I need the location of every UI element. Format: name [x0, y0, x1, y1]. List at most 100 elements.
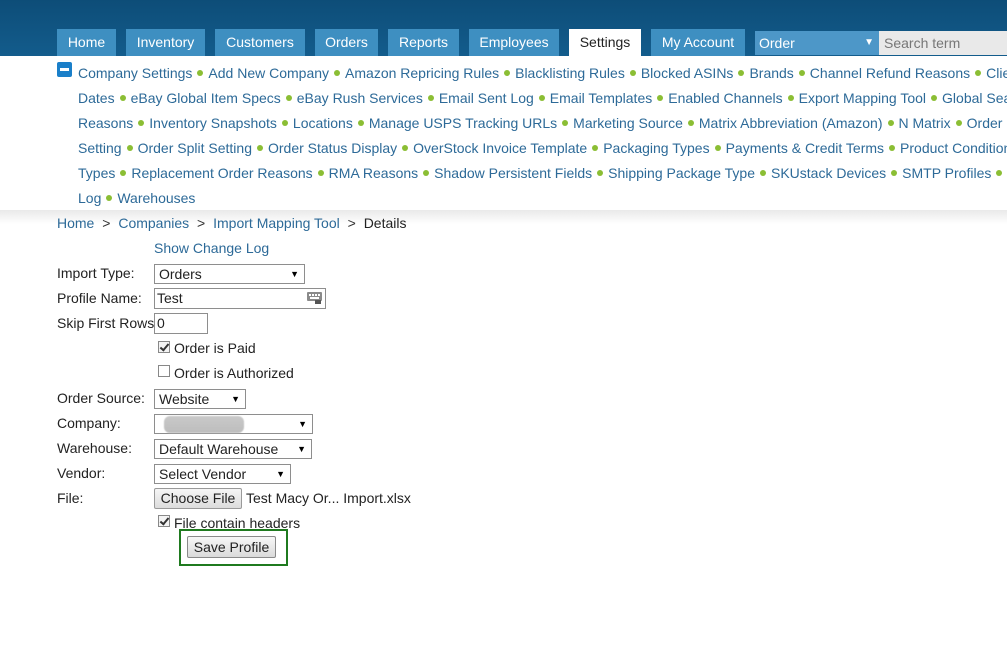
bullet-icon — [687, 120, 694, 127]
settings-link[interactable]: Order Status Display — [268, 140, 397, 156]
order-authorized-checkbox[interactable] — [158, 365, 170, 377]
settings-link[interactable]: eBay Global Item Specs — [131, 90, 281, 106]
bullet-icon — [538, 95, 545, 102]
settings-link[interactable]: Company Settings — [78, 65, 192, 81]
search-input[interactable] — [879, 31, 1007, 55]
settings-link[interactable]: Setting — [78, 140, 122, 156]
settings-link[interactable]: Types — [78, 165, 115, 181]
order-source-select[interactable]: Website ▼ — [154, 389, 246, 409]
settings-link[interactable]: Shadow Persistent Fields — [434, 165, 592, 181]
bullet-icon — [891, 170, 898, 177]
settings-link[interactable]: Order Split Setting — [138, 140, 252, 156]
bullet-icon — [996, 170, 1003, 177]
settings-link[interactable]: Log — [78, 190, 101, 206]
settings-link[interactable]: SMTP Profiles — [902, 165, 991, 181]
bullet-icon — [504, 70, 511, 77]
settings-link[interactable]: Enabled Channels — [668, 90, 782, 106]
bullet-icon — [357, 120, 364, 127]
settings-link[interactable]: Manage USPS Tracking URLs — [369, 115, 557, 131]
keyboard-icon — [307, 292, 322, 304]
search-scope-select[interactable]: Order ▼ — [755, 31, 879, 55]
tab-home[interactable]: Home — [57, 29, 116, 56]
settings-link[interactable]: N Matrix — [899, 115, 951, 131]
settings-link[interactable]: Order Delaye — [967, 115, 1007, 131]
settings-link[interactable]: Replacement Order Reasons — [131, 165, 312, 181]
collapse-icon[interactable] — [57, 62, 72, 77]
settings-link[interactable]: Email Templates — [550, 90, 652, 106]
bullet-icon — [317, 170, 324, 177]
settings-link[interactable]: Add New Company — [208, 65, 329, 81]
bullet-icon — [138, 120, 145, 127]
warehouse-label: Warehouse: — [57, 440, 132, 456]
bullet-icon — [197, 70, 204, 77]
vendor-select[interactable]: Select Vendor ▼ — [154, 464, 291, 484]
settings-link[interactable]: SKUstack Devices — [771, 165, 886, 181]
bullet-icon — [592, 145, 599, 152]
settings-link[interactable]: Channel Refund Reasons — [810, 65, 970, 81]
tab-orders[interactable]: Orders — [315, 29, 378, 56]
bullet-icon — [423, 170, 430, 177]
settings-link[interactable]: Client Setti — [986, 65, 1007, 81]
settings-link[interactable]: Reasons — [78, 115, 133, 131]
warehouse-value: Default Warehouse — [159, 441, 279, 457]
tab-settings[interactable]: Settings — [569, 29, 641, 56]
settings-link[interactable]: Brands — [749, 65, 793, 81]
bullet-icon — [120, 170, 127, 177]
settings-link[interactable]: RMA Reasons — [329, 165, 418, 181]
tab-customers[interactable]: Customers — [215, 29, 305, 56]
breadcrumb-home[interactable]: Home — [57, 215, 94, 231]
settings-link-line: Types Replacement Order Reasons RMA Reason… — [78, 161, 1007, 186]
bullet-icon — [402, 145, 409, 152]
settings-link[interactable]: Dates — [78, 90, 115, 106]
settings-link[interactable]: Payments & Credit Terms — [726, 140, 884, 156]
breadcrumb-import-mapping-tool[interactable]: Import Mapping Tool — [213, 215, 340, 231]
settings-link[interactable]: Export Mapping Tool — [799, 90, 926, 106]
tab-employees[interactable]: Employees — [469, 29, 559, 56]
bullet-icon — [955, 120, 962, 127]
settings-link[interactable]: eBay Rush Services — [297, 90, 423, 106]
import-type-select[interactable]: Orders ▼ — [154, 264, 305, 284]
bullet-icon — [281, 120, 288, 127]
chevron-down-icon: ▼ — [864, 37, 874, 48]
tab-my-account[interactable]: My Account — [651, 29, 745, 56]
settings-link-line: Company Settings Add New Company Amazon Re… — [78, 61, 1007, 86]
settings-link[interactable]: Marketing Source — [573, 115, 683, 131]
show-change-log-link[interactable]: Show Change Log — [154, 240, 269, 256]
settings-link[interactable]: Packaging Types — [603, 140, 709, 156]
save-profile-button[interactable]: Save Profile — [187, 536, 276, 558]
bullet-icon — [975, 70, 982, 77]
tab-inventory[interactable]: Inventory — [126, 29, 205, 56]
selected-file-name: Test Macy Or... Import.xlsx — [246, 490, 411, 506]
choose-file-button[interactable]: Choose File — [154, 488, 242, 509]
profile-name-value: Test — [157, 290, 183, 306]
chevron-down-icon: ▼ — [231, 394, 240, 404]
file-label: File: — [57, 490, 84, 506]
order-paid-checkbox[interactable] — [158, 341, 170, 353]
settings-link[interactable]: OverStock Invoice Template — [413, 140, 587, 156]
order-paid-label: Order is Paid — [174, 340, 256, 356]
settings-link[interactable]: Email Sent Log — [439, 90, 534, 106]
bullet-icon — [427, 95, 434, 102]
settings-link[interactable]: Blocked ASINs — [641, 65, 734, 81]
settings-link[interactable]: Warehouses — [117, 190, 195, 206]
file-headers-checkbox[interactable] — [158, 515, 170, 527]
settings-link[interactable]: Shipping Package Type — [608, 165, 755, 181]
tab-reports[interactable]: Reports — [388, 29, 459, 56]
order-source-label: Order Source: — [57, 390, 145, 406]
settings-link[interactable]: Product Conditions — [900, 140, 1007, 156]
settings-link-line: Setting Order Split Setting Order Status D… — [78, 136, 1007, 161]
bullet-icon — [106, 195, 113, 202]
search-scope-value: Order — [759, 35, 795, 51]
profile-name-input[interactable]: Test — [154, 288, 326, 309]
settings-link[interactable]: Matrix Abbreviation (Amazon) — [699, 115, 883, 131]
settings-link[interactable]: Blacklisting Rules — [515, 65, 625, 81]
warehouse-select[interactable]: Default Warehouse ▼ — [154, 439, 312, 459]
skip-rows-input[interactable]: 0 — [154, 313, 208, 334]
settings-link[interactable]: Locations — [293, 115, 353, 131]
bullet-icon — [562, 120, 569, 127]
breadcrumb-companies[interactable]: Companies — [118, 215, 189, 231]
settings-link[interactable]: Global Search Op — [942, 90, 1007, 106]
settings-link-line: Log Warehouses — [78, 186, 195, 211]
settings-link[interactable]: Inventory Snapshots — [149, 115, 277, 131]
settings-link[interactable]: Amazon Repricing Rules — [345, 65, 499, 81]
